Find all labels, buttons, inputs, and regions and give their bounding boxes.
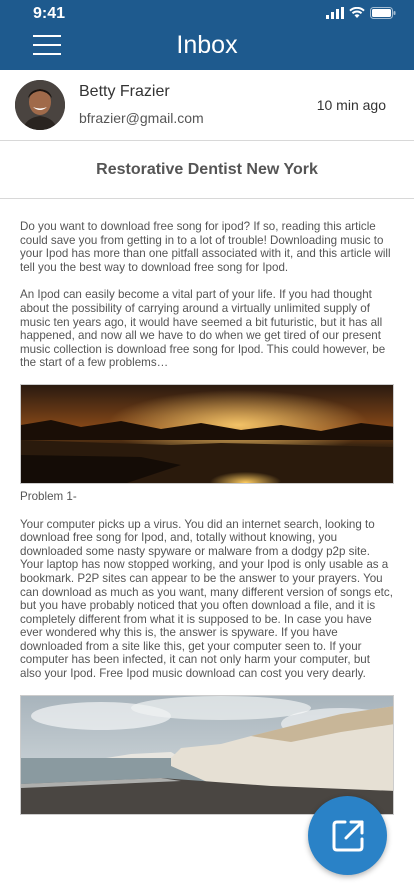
avatar[interactable] [15, 80, 65, 130]
open-external-icon [332, 820, 363, 851]
app-header: 9:41 Inbox [0, 0, 414, 70]
message-subject: Restorative Dentist New York [0, 141, 414, 199]
sender-row: Betty Frazier bfrazier@gmail.com 10 min … [0, 70, 414, 141]
body-paragraph: Your computer picks up a virus. You did … [20, 517, 393, 681]
sunset-river-image [20, 383, 394, 484]
signal-icon [326, 7, 344, 19]
status-time: 9:41 [33, 5, 66, 22]
open-external-button[interactable] [308, 796, 387, 875]
image-caption: Problem 1- [20, 489, 77, 503]
battery-icon [370, 7, 396, 19]
body-paragraph: Do you want to download free song for ip… [20, 220, 391, 274]
wifi-icon [349, 7, 365, 18]
message-time: 10 min ago [316, 97, 386, 113]
sender-email: bfrazier@gmail.com [79, 110, 204, 126]
sender-name: Betty Frazier [79, 83, 170, 100]
message-body: Do you want to download free song for ip… [20, 220, 394, 815]
body-paragraph: An Ipod can easily become a vital part o… [20, 288, 386, 370]
page-title: Inbox [176, 31, 238, 59]
status-icons [326, 7, 396, 19]
